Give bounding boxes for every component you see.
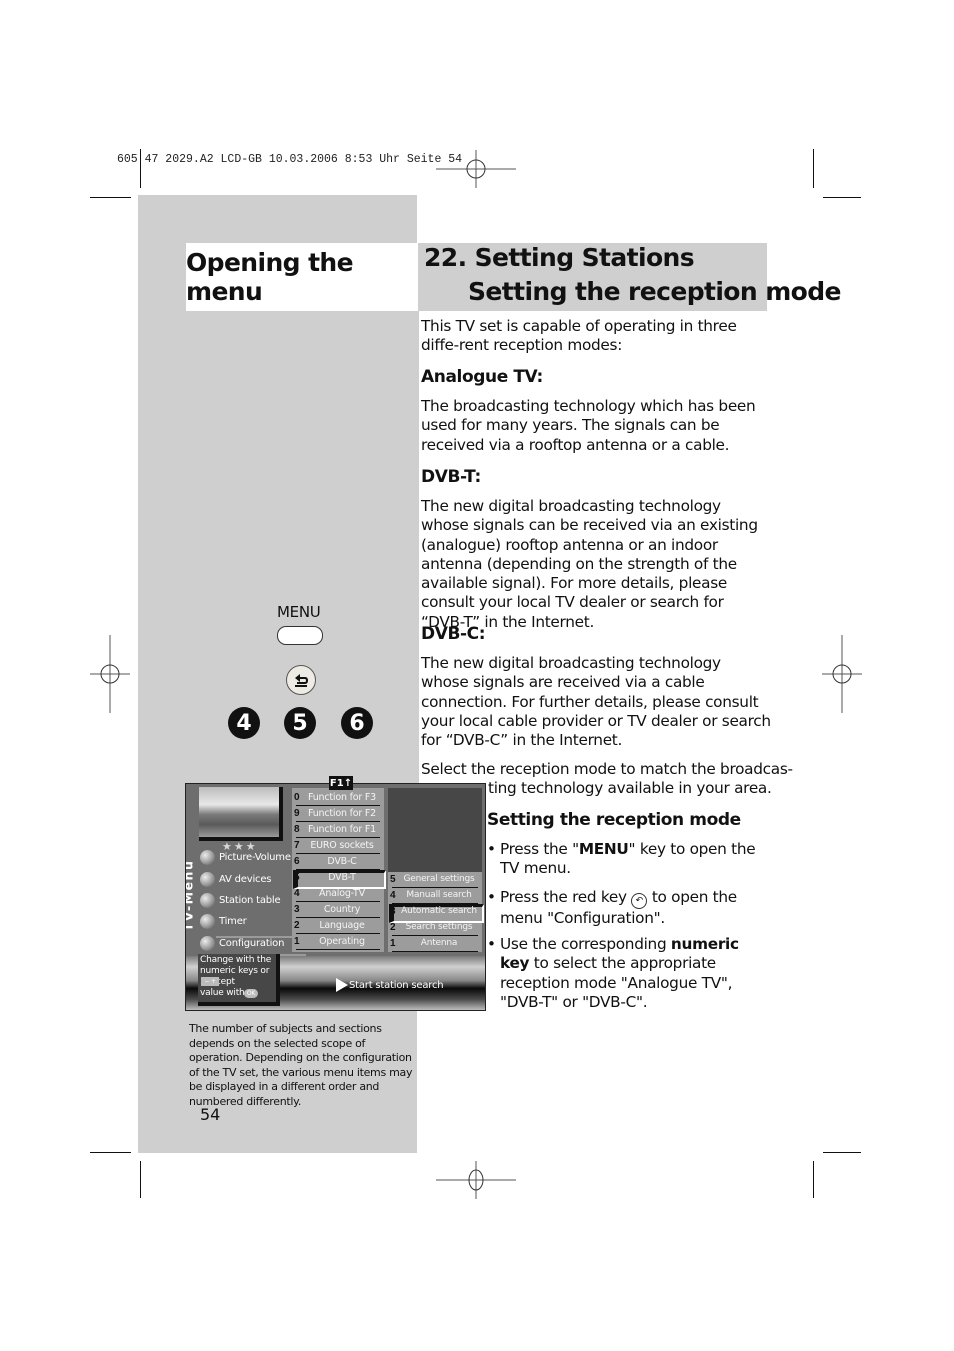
registration-mark-icon	[90, 635, 130, 713]
heading-analogue: Analogue TV:	[421, 367, 543, 387]
dvbt-item[interactable]: 4 Manuall search	[388, 888, 482, 904]
config-item[interactable]: 0 Function for F3	[292, 790, 384, 806]
page-number: 54	[200, 1105, 221, 1124]
config-item[interactable]: 3 Country	[292, 902, 384, 918]
dvbt-item[interactable]: 5 General settings	[388, 872, 482, 888]
menu-key-button	[277, 626, 323, 645]
tv-help-box: Change with the numeric keys or . Accept…	[198, 954, 280, 1006]
config-item-selected[interactable]: 5 DVB-T	[292, 870, 386, 889]
tv-main-item-timer[interactable]: Timer	[200, 912, 247, 930]
menu-ball-icon	[200, 892, 215, 908]
play-arrow-icon	[336, 978, 348, 992]
dvbt-submenu: 5 General settings 4 Manuall search 3 Autom…	[388, 872, 484, 952]
menu-ball-icon	[200, 913, 215, 929]
section-title: Setting the reception mode	[468, 277, 841, 306]
paragraph-dvbt: The new digital broadcasting technology …	[421, 497, 758, 631]
step-2: • Press the red key ↶ to open the menu "…	[487, 888, 737, 927]
right-title-box: 22. Setting Stations Setting the recepti…	[418, 243, 841, 311]
heading-dvbt: DVB-T:	[421, 467, 481, 487]
paragraph-dvbc: The new digital broadcasting technology …	[421, 654, 771, 750]
crop-mark	[90, 197, 131, 198]
crop-mark	[813, 1161, 814, 1198]
back-key-icon: ↶	[631, 893, 648, 909]
footnote: The number of subjects and sections depe…	[189, 1022, 413, 1108]
tv-main-item-picture-volume[interactable]: Picture-Volume	[200, 848, 291, 866]
intro-paragraph: This TV set is capable of operating in t…	[421, 317, 737, 355]
registration-mark-icon	[822, 635, 862, 713]
crop-mark	[140, 149, 141, 188]
crop-mark	[823, 1152, 861, 1153]
heading-dvbc: DVB-C:	[421, 624, 486, 644]
crop-mark	[813, 149, 814, 188]
subheading-reception-mode: Setting the reception mode	[487, 810, 741, 830]
submenu-empty-area	[388, 788, 482, 872]
numeric-key-6: 6	[341, 707, 373, 739]
menu-ball-icon	[200, 871, 215, 887]
menu-ball-icon	[200, 849, 215, 865]
crop-mark	[140, 1161, 141, 1198]
registration-mark-icon	[436, 150, 516, 188]
chapter-title: 22. Setting Stations	[424, 243, 695, 272]
tv-main-item-configuration[interactable]: Configuration	[200, 934, 284, 952]
back-key-button	[286, 665, 316, 695]
config-item[interactable]: 1 Operating	[292, 934, 384, 950]
config-item[interactable]: 8 Function for F1	[292, 822, 384, 838]
print-header: 605 47 2029.A2 LCD-GB 10.03.2006 8:53 Uh…	[117, 153, 463, 166]
ok-key-icon: OK	[244, 989, 258, 998]
tv-menu-screen: ★★★ TV-Menu Picture-Volume AV devices St…	[185, 783, 486, 1011]
config-item[interactable]: 6 DVB-C	[292, 854, 384, 870]
dvbt-item-selected[interactable]: 3 Automatic search	[388, 904, 484, 923]
menu-ball-icon	[200, 935, 215, 951]
start-station-search[interactable]: Start station search	[336, 978, 444, 992]
column-divider	[417, 311, 419, 786]
numeric-key-5: 5	[284, 707, 316, 739]
tv-preview-image	[199, 787, 283, 841]
configuration-submenu: 0 Function for F3 9 Function for F2 8 Funct…	[292, 788, 386, 952]
dvbt-item[interactable]: 1 Antenna	[388, 936, 482, 952]
config-item[interactable]: 9 Function for F2	[292, 806, 384, 822]
crop-mark	[90, 1152, 131, 1153]
tv-main-item-station-table[interactable]: Station table	[200, 891, 281, 909]
config-item[interactable]: 4 Analog-TV	[292, 886, 384, 902]
tv-main-item-av-devices[interactable]: AV devices	[200, 870, 271, 888]
select-line-2: ting technology available in your area.	[488, 779, 772, 797]
config-item[interactable]: 2 Language	[292, 918, 384, 934]
crop-mark	[823, 197, 861, 198]
config-item[interactable]: 7 EURO sockets	[292, 838, 384, 854]
f1-badge: F1↑	[329, 776, 353, 790]
paragraph-analogue: The broadcasting technology which has be…	[421, 397, 756, 454]
select-line-1: Select the reception mode to match the b…	[421, 760, 793, 778]
left-title-box: Opening the menu	[186, 243, 417, 311]
menu-key-label: MENU	[277, 603, 321, 621]
minus-plus-key-icon: − +	[201, 977, 219, 986]
left-title: Opening the menu	[186, 248, 354, 306]
step-3: • Use the corresponding numeric key to s…	[487, 935, 739, 1011]
registration-mark-icon	[436, 1161, 516, 1199]
dvbt-item[interactable]: 2 Search settings	[388, 920, 482, 936]
numeric-key-4: 4	[228, 707, 260, 739]
step-1: • Press the "MENU" key to open the TV me…	[487, 840, 756, 878]
back-arrow-icon	[295, 674, 309, 687]
